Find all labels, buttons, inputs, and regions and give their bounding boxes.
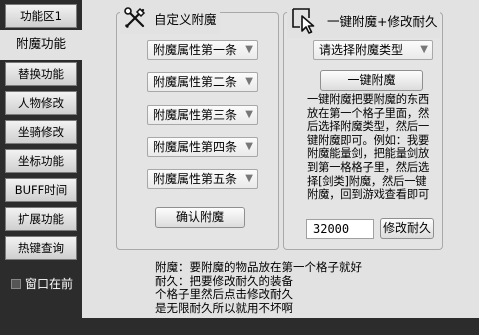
chevron-down-icon: ▼ (245, 44, 253, 55)
enchant-attribute-5-value: 附魔属性第五条 (153, 172, 238, 186)
enchant-type-select[interactable]: 请选择附魔类型 ▼ (313, 40, 433, 60)
note-line: 耐久：把要修改耐久的装备 (155, 274, 293, 288)
sidebar-item-character[interactable]: 人物修改 (5, 91, 77, 115)
note-line: 是无限耐久所以就用不坏啊 (155, 301, 293, 315)
sidebar-item-enchant[interactable]: 附魔功能 (0, 30, 82, 60)
durability-input[interactable]: 32000 (306, 219, 374, 239)
custom-enchant-header: 自定义附魔 (120, 6, 220, 34)
sidebar-item-hotkeys[interactable]: 热键查询 (5, 236, 77, 260)
window-on-top-label: 窗口在前 (25, 277, 74, 291)
sidebar-item-extension[interactable]: 扩展功能 (5, 207, 77, 231)
description-line: 附魔能量剑，把能量剑放 (307, 147, 430, 161)
sidebar: 功能区1 附魔功能 替换功能 人物修改 坐骑修改 坐标功能 BUFF时间 扩展功… (0, 0, 82, 335)
chevron-down-icon: ▼ (245, 76, 253, 87)
one-click-enchant-button[interactable]: 一键附魔 (320, 70, 423, 91)
enchant-attribute-4-value: 附魔属性第四条 (153, 140, 238, 154)
chevron-down-icon: ▼ (245, 173, 253, 184)
description-line: 一键附魔把要附魔的东西 (307, 93, 430, 106)
sidebar-item-buff-time[interactable]: BUFF时间 (5, 178, 77, 202)
sidebar-item-function-area-1[interactable]: 功能区1 (5, 4, 77, 28)
enchant-attribute-2-value: 附魔属性第二条 (153, 75, 238, 89)
enchant-attribute-5-select[interactable]: 附魔属性第五条 ▼ (147, 169, 258, 189)
enchant-attribute-1-value: 附魔属性第一条 (153, 43, 238, 57)
chevron-down-icon: ▼ (420, 44, 428, 55)
description-line: 择[剑类]附魔，然后一键 (307, 174, 427, 188)
chevron-down-icon: ▼ (245, 141, 253, 152)
description-line: 键附魔即可。例如：我要 (307, 133, 430, 147)
bottom-dark-band (82, 318, 479, 335)
sidebar-item-coordinates[interactable]: 坐标功能 (5, 149, 77, 173)
description-line: 到第一格格子里，然后选 (307, 160, 430, 174)
enchant-attribute-1-select[interactable]: 附魔属性第一条 ▼ (147, 40, 258, 60)
confirm-enchant-button[interactable]: 确认附魔 (155, 207, 245, 228)
enchant-attribute-4-select[interactable]: 附魔属性第四条 ▼ (147, 137, 258, 157)
modify-durability-button[interactable]: 修改耐久 (380, 218, 434, 239)
checkbox-box[interactable] (11, 278, 21, 289)
sidebar-item-mount[interactable]: 坐骑修改 (5, 120, 77, 144)
enchant-attribute-2-select[interactable]: 附魔属性第二条 ▼ (147, 72, 258, 92)
note-line: 个格子里然后点击修改耐久 (155, 288, 293, 301)
chevron-down-icon: ▼ (245, 109, 253, 120)
description-line: 附魔，回到游戏查看即可 (307, 188, 430, 202)
note-line: 附魔：要附魔的物品放在第一个格子就好 (155, 261, 362, 274)
sidebar-item-replace[interactable]: 替换功能 (5, 62, 77, 86)
enchant-attribute-3-value: 附魔属性第三条 (153, 108, 238, 122)
enchant-attribute-3-select[interactable]: 附魔属性第三条 ▼ (147, 105, 258, 125)
enchant-type-value: 请选择附魔类型 (319, 43, 404, 57)
custom-enchant-title: 自定义附魔 (153, 12, 217, 27)
description-line: 后选择附魔类型，然后一 (307, 120, 430, 134)
quick-enchant-header: 一键附魔+修改耐久 (287, 6, 441, 38)
cursor-pointer-icon (290, 6, 320, 38)
crossed-tools-icon (123, 6, 147, 34)
quick-enchant-title: 一键附魔+修改耐久 (326, 14, 438, 29)
description-line: 放在第一个格子里面，然 (307, 106, 430, 120)
quick-enchant-description: 一键附魔把要附魔的东西 放在第一个格子里面，然 后选择附魔类型，然后一 键附魔即… (307, 93, 443, 202)
window-on-top-checkbox[interactable]: 窗口在前 (11, 275, 73, 292)
usage-notes: 附魔：要附魔的物品放在第一个格子就好 耐久：把要修改耐久的装备 个格子里然后点击… (155, 261, 405, 315)
